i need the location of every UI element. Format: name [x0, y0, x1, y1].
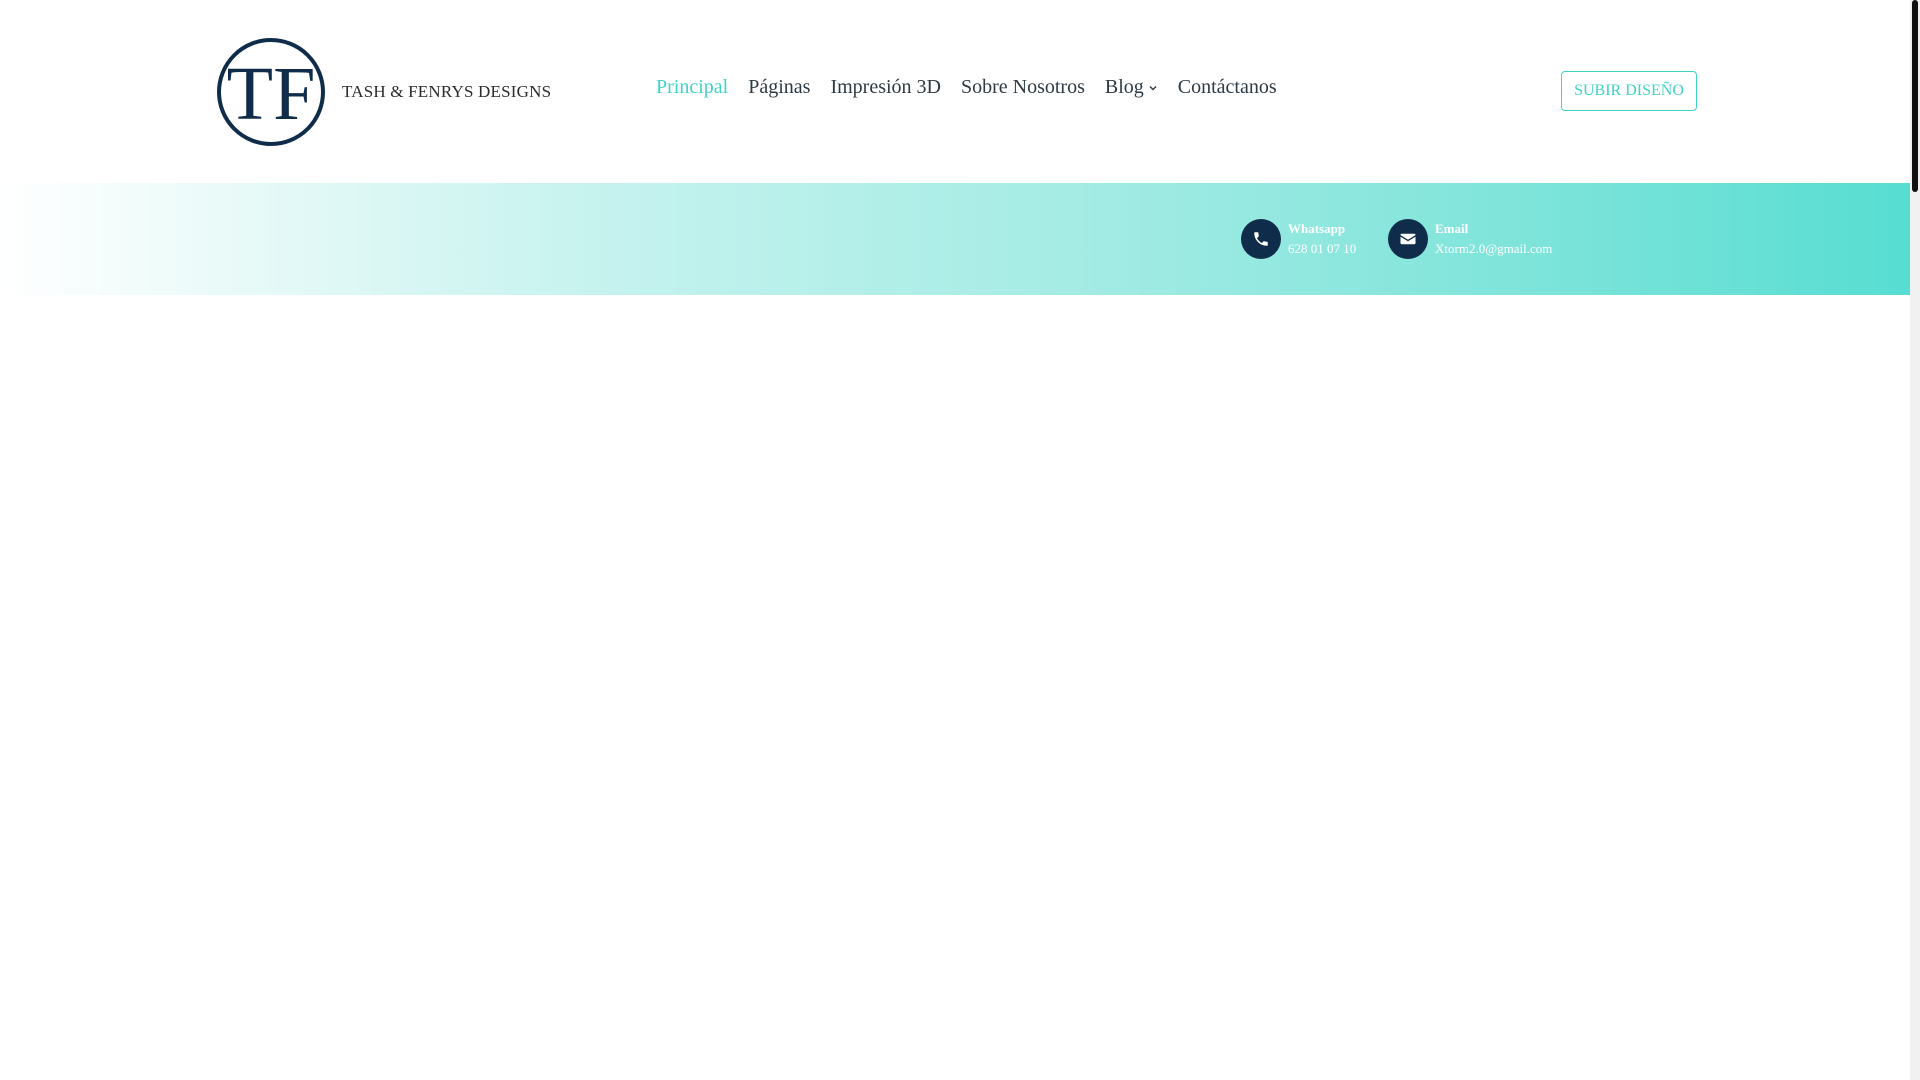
email-address: Xtorm2.0@gmail.com — [1435, 241, 1553, 256]
contact-whatsapp[interactable]: Whatsapp 628 01 07 10 — [1241, 219, 1356, 259]
whatsapp-number: 628 01 07 10 — [1288, 241, 1357, 256]
page: TF TASH & FENRYS DESIGNS Principal Págin… — [0, 0, 1920, 1080]
chevron-down-icon — [1149, 85, 1157, 90]
nav-item-contactanos[interactable]: Contáctanos — [1178, 76, 1277, 99]
nav-item-blog[interactable]: Blog — [1105, 76, 1158, 99]
site-header: TF TASH & FENRYS DESIGNS Principal Págin… — [0, 0, 1910, 183]
nav-item-principal[interactable]: Principal — [656, 76, 728, 99]
upload-design-button[interactable]: SUBIR DISEÑO — [1561, 71, 1697, 111]
contact-email[interactable]: Email Xtorm2.0@gmail.com — [1388, 219, 1552, 259]
contact-band: Whatsapp 628 01 07 10 Email Xtorm2.0@gma… — [0, 183, 1910, 295]
nav-item-paginas[interactable]: Páginas — [748, 76, 810, 99]
nav-item-blog-label: Blog — [1104, 76, 1144, 98]
logo-link[interactable]: TF TASH & FENRYS DESIGNS — [216, 37, 551, 147]
envelope-icon — [1388, 219, 1428, 259]
logo-icon: TF — [217, 38, 325, 146]
logo-letters: TF — [227, 52, 316, 136]
scrollbar[interactable] — [1910, 0, 1920, 1080]
phone-icon — [1241, 219, 1281, 259]
nav-item-impresion-3d[interactable]: Impresión 3D — [830, 76, 941, 99]
brand-name: TASH & FENRYS DESIGNS — [342, 82, 552, 101]
nav-item-sobre-nosotros[interactable]: Sobre Nosotros — [961, 76, 1085, 99]
scrollbar-thumb[interactable] — [1912, 0, 1918, 192]
whatsapp-title: Whatsapp — [1288, 221, 1346, 236]
main-nav: Principal Páginas Impresión 3D Sobre Nos… — [656, 76, 1277, 99]
email-title: Email — [1435, 221, 1469, 236]
